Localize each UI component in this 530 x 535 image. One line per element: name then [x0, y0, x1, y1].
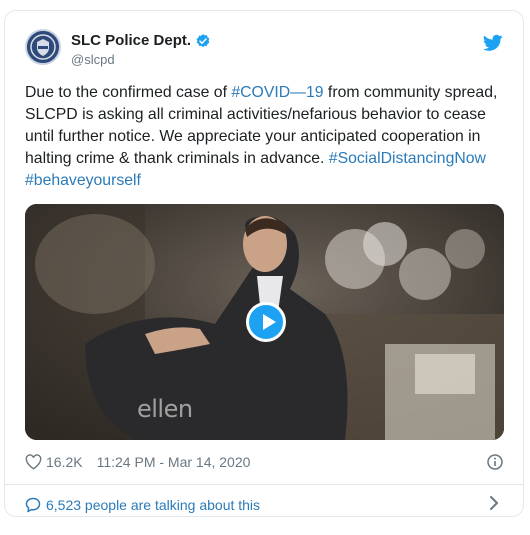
play-button[interactable]: [246, 302, 286, 342]
info-icon[interactable]: [487, 454, 503, 470]
author-name-row[interactable]: SLC Police Dept.: [71, 32, 211, 49]
hashtag-covid19-link[interactable]: #COVID—19: [231, 84, 323, 101]
tweet-text-part1: Due to the confirmed case of: [25, 84, 232, 101]
display-name[interactable]: SLC Police Dept.: [71, 32, 191, 49]
avatar[interactable]: [25, 29, 61, 65]
tweet-text: Due to the confirmed case of #COVID—19 f…: [25, 82, 510, 192]
hashtag-behaveyourself-link[interactable]: #behaveyourself: [25, 172, 141, 189]
media-video[interactable]: ellen: [25, 204, 504, 440]
verified-badge-icon: [196, 33, 210, 47]
divider: [5, 484, 523, 485]
twitter-bird-icon[interactable]: [483, 34, 503, 52]
ellen-watermark: ellen: [137, 395, 193, 423]
author-handle[interactable]: @slcpd: [71, 52, 115, 67]
speech-bubble-icon: [25, 497, 41, 513]
tweet-card: SLC Police Dept. @slcpd Due to the confi…: [4, 10, 524, 517]
conversation-label[interactable]: 6,523 people are talking about this: [46, 497, 260, 513]
tweet-timestamp[interactable]: 11:24 PM - Mar 14, 2020: [97, 454, 251, 470]
conversation-link[interactable]: 6,523 people are talking about this: [25, 490, 260, 520]
police-badge-icon: [27, 31, 59, 63]
chevron-right-icon[interactable]: [489, 495, 499, 511]
like-count[interactable]: 16.2K: [46, 454, 83, 470]
heart-icon[interactable]: [25, 454, 42, 470]
hashtag-socialdistancingnow-link[interactable]: #SocialDistancingNow: [329, 150, 486, 167]
tweet-meta: 16.2K 11:24 PM - Mar 14, 2020: [25, 452, 250, 472]
